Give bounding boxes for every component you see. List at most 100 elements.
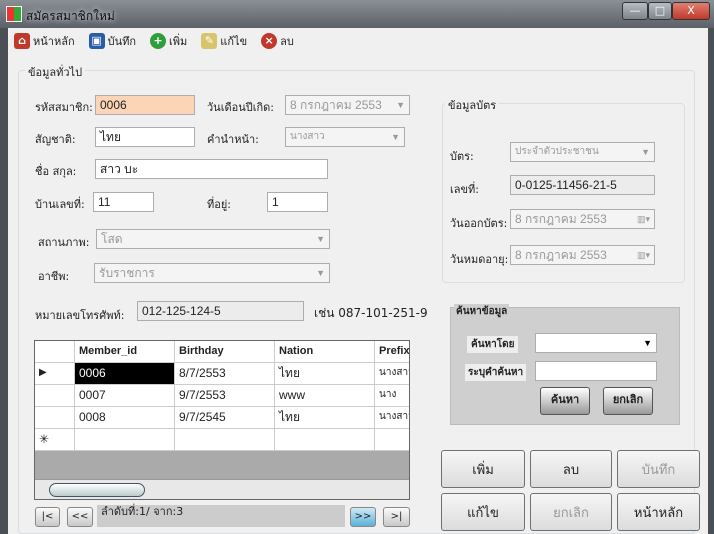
maximize-button[interactable]: □ xyxy=(648,2,672,20)
search-cancel-button[interactable]: ยกเลิก xyxy=(603,387,653,415)
expire-date-value: 8 กรกฎาคม 2553 xyxy=(515,248,607,262)
occupation-select[interactable]: รับราชการ ▼ xyxy=(94,263,330,283)
name-input[interactable]: สาว บะ xyxy=(95,159,328,179)
column-header[interactable]: Nation xyxy=(275,341,375,363)
search-term-label: ระบุคำค้นหา xyxy=(465,364,527,381)
card-type-label: บัตร: xyxy=(450,150,474,163)
search-group-title: ค้นหาข้อมูล xyxy=(454,304,510,319)
grid-cell[interactable]: 0008 xyxy=(75,407,175,429)
app-icon xyxy=(6,6,22,22)
horizontal-scrollbar[interactable] xyxy=(35,479,409,499)
card-number-input[interactable]: 0-0125-11456-21-5 xyxy=(510,175,655,195)
expire-date-label: วันหมดอายุ: xyxy=(450,253,509,266)
issue-date-picker[interactable]: 8 กรกฎาคม 2553 ▥▾ xyxy=(510,209,655,229)
grid-cell[interactable]: นางสาว xyxy=(375,363,409,385)
chevron-down-icon: ▼ xyxy=(396,100,405,110)
last-record-button[interactable]: >| xyxy=(383,507,410,527)
search-by-select[interactable]: ▼ xyxy=(535,333,657,353)
toolbar-edit[interactable]: ✎ แก้ไข xyxy=(201,32,247,50)
house-no-input[interactable]: 11 xyxy=(93,192,154,212)
grid-cell[interactable]: นางสาว xyxy=(375,407,409,429)
grid-cell[interactable]: www xyxy=(275,385,375,407)
grid-cell[interactable]: นาง xyxy=(375,385,409,407)
search-by-label: ค้นหาโดย xyxy=(467,336,519,353)
address-input[interactable]: 1 xyxy=(267,192,328,212)
grid-cell[interactable]: ไทย xyxy=(275,407,375,429)
column-header[interactable]: Prefix_ xyxy=(375,341,409,363)
member-id-input[interactable]: 0006 xyxy=(95,95,195,115)
scrollbar-thumb[interactable] xyxy=(49,483,145,497)
grid-cell[interactable] xyxy=(275,429,375,451)
issue-date-value: 8 กรกฎาคม 2553 xyxy=(515,212,607,226)
grid-cell[interactable]: ไทย xyxy=(275,363,375,385)
column-header[interactable]: Member_id xyxy=(75,341,175,363)
phone-label: หมายเลขโทรศัพท์: xyxy=(35,309,125,322)
occupation-value: รับราชการ xyxy=(99,266,155,280)
chevron-down-icon: ▼ xyxy=(316,268,325,278)
search-button[interactable]: ค้นหา xyxy=(540,387,590,415)
chevron-down-icon: ▼ xyxy=(316,234,325,244)
status-label: สถานภาพ: xyxy=(38,236,90,249)
window-title: สมัครสมาชิกใหม่ xyxy=(26,9,115,23)
edit-button[interactable]: แก้ไข xyxy=(441,493,525,531)
birthday-value: 8 กรกฎาคม 2553 xyxy=(290,98,382,112)
home-button[interactable]: หน้าหลัก xyxy=(617,493,700,531)
toolbar-add-label: เพิ่ม xyxy=(169,35,188,48)
toolbar-edit-label: แก้ไข xyxy=(220,35,248,48)
row-header[interactable]: ▶ xyxy=(35,363,75,385)
grid-cell[interactable]: 0007 xyxy=(75,385,175,407)
name-label: ชื่อ สกุล: xyxy=(35,165,77,178)
card-number-label: เลขที่: xyxy=(450,183,479,196)
prefix-value: นางสาว xyxy=(290,131,325,142)
grid-cell[interactable]: 8/7/2553 xyxy=(175,363,275,385)
prev-record-button[interactable]: << xyxy=(67,507,93,527)
calendar-icon: ▥▾ xyxy=(636,250,650,260)
prefix-select[interactable]: นางสาว ▼ xyxy=(285,127,405,147)
column-header[interactable]: Birthday xyxy=(175,341,275,363)
birthday-picker[interactable]: 8 กรกฎาคม 2553 ▼ xyxy=(285,95,410,115)
add-button[interactable]: เพิ่ม xyxy=(441,450,525,488)
delete-button[interactable]: ลบ xyxy=(530,450,612,488)
save-icon: ▣ xyxy=(88,33,105,49)
new-row-header[interactable]: ✳ xyxy=(35,429,75,451)
prefix-label: คำนำหน้า: xyxy=(207,133,259,146)
row-header[interactable] xyxy=(35,385,75,407)
card-type-select[interactable]: ประจำตัวประชาชน ▼ xyxy=(510,142,655,162)
grid-cell[interactable]: 9/7/2553 xyxy=(175,385,275,407)
toolbar: ⌂ หน้าหลัก ▣ บันทึก + เพิ่ม ✎ แก้ไข × ลบ xyxy=(8,28,708,54)
status-value: โสด xyxy=(101,232,123,246)
minimize-button[interactable]: — xyxy=(622,2,648,20)
record-status: ลำดับที่:1/ จาก:3 xyxy=(97,505,345,527)
grid-cell[interactable] xyxy=(75,429,175,451)
toolbar-save[interactable]: ▣ บันทึก xyxy=(88,32,136,50)
delete-icon: × xyxy=(261,33,278,49)
member-id-label: รหัสสมาชิก: xyxy=(35,101,93,114)
card-group-title: ข้อมูลบัตร xyxy=(445,96,500,114)
save-button[interactable]: บันทึก xyxy=(617,450,700,488)
general-group-title: ข้อมูลทั่วไป xyxy=(25,63,86,81)
nation-input[interactable]: ไทย xyxy=(95,127,195,147)
edit-icon: ✎ xyxy=(201,33,218,49)
phone-input[interactable]: 012-125-124-5 xyxy=(137,301,304,321)
grid-cell[interactable] xyxy=(175,429,275,451)
plus-icon: + xyxy=(150,33,167,49)
chevron-down-icon: ▼ xyxy=(391,132,400,142)
grid-cell[interactable]: 9/7/2545 xyxy=(175,407,275,429)
toolbar-add[interactable]: + เพิ่ม xyxy=(150,32,187,50)
grid-corner-header[interactable] xyxy=(35,341,75,363)
members-grid[interactable]: Member_idBirthdayNationPrefix_ ▶00068/7/2… xyxy=(34,340,410,500)
grid-cell[interactable]: 0006 xyxy=(75,363,175,385)
grid-cell[interactable] xyxy=(375,429,409,451)
next-record-button[interactable]: >> xyxy=(350,507,376,527)
cancel-button[interactable]: ยกเลิก xyxy=(530,493,612,531)
status-select[interactable]: โสด ▼ xyxy=(96,229,330,249)
search-term-input[interactable] xyxy=(535,361,657,381)
home-icon: ⌂ xyxy=(14,33,30,49)
expire-date-picker[interactable]: 8 กรกฎาคม 2553 ▥▾ xyxy=(510,245,655,265)
toolbar-delete-label: ลบ xyxy=(280,35,294,48)
toolbar-home[interactable]: ⌂ หน้าหลัก xyxy=(14,32,75,50)
toolbar-delete[interactable]: × ลบ xyxy=(261,32,294,50)
row-header[interactable] xyxy=(35,407,75,429)
first-record-button[interactable]: |< xyxy=(35,507,60,527)
close-button[interactable]: X xyxy=(672,2,710,20)
